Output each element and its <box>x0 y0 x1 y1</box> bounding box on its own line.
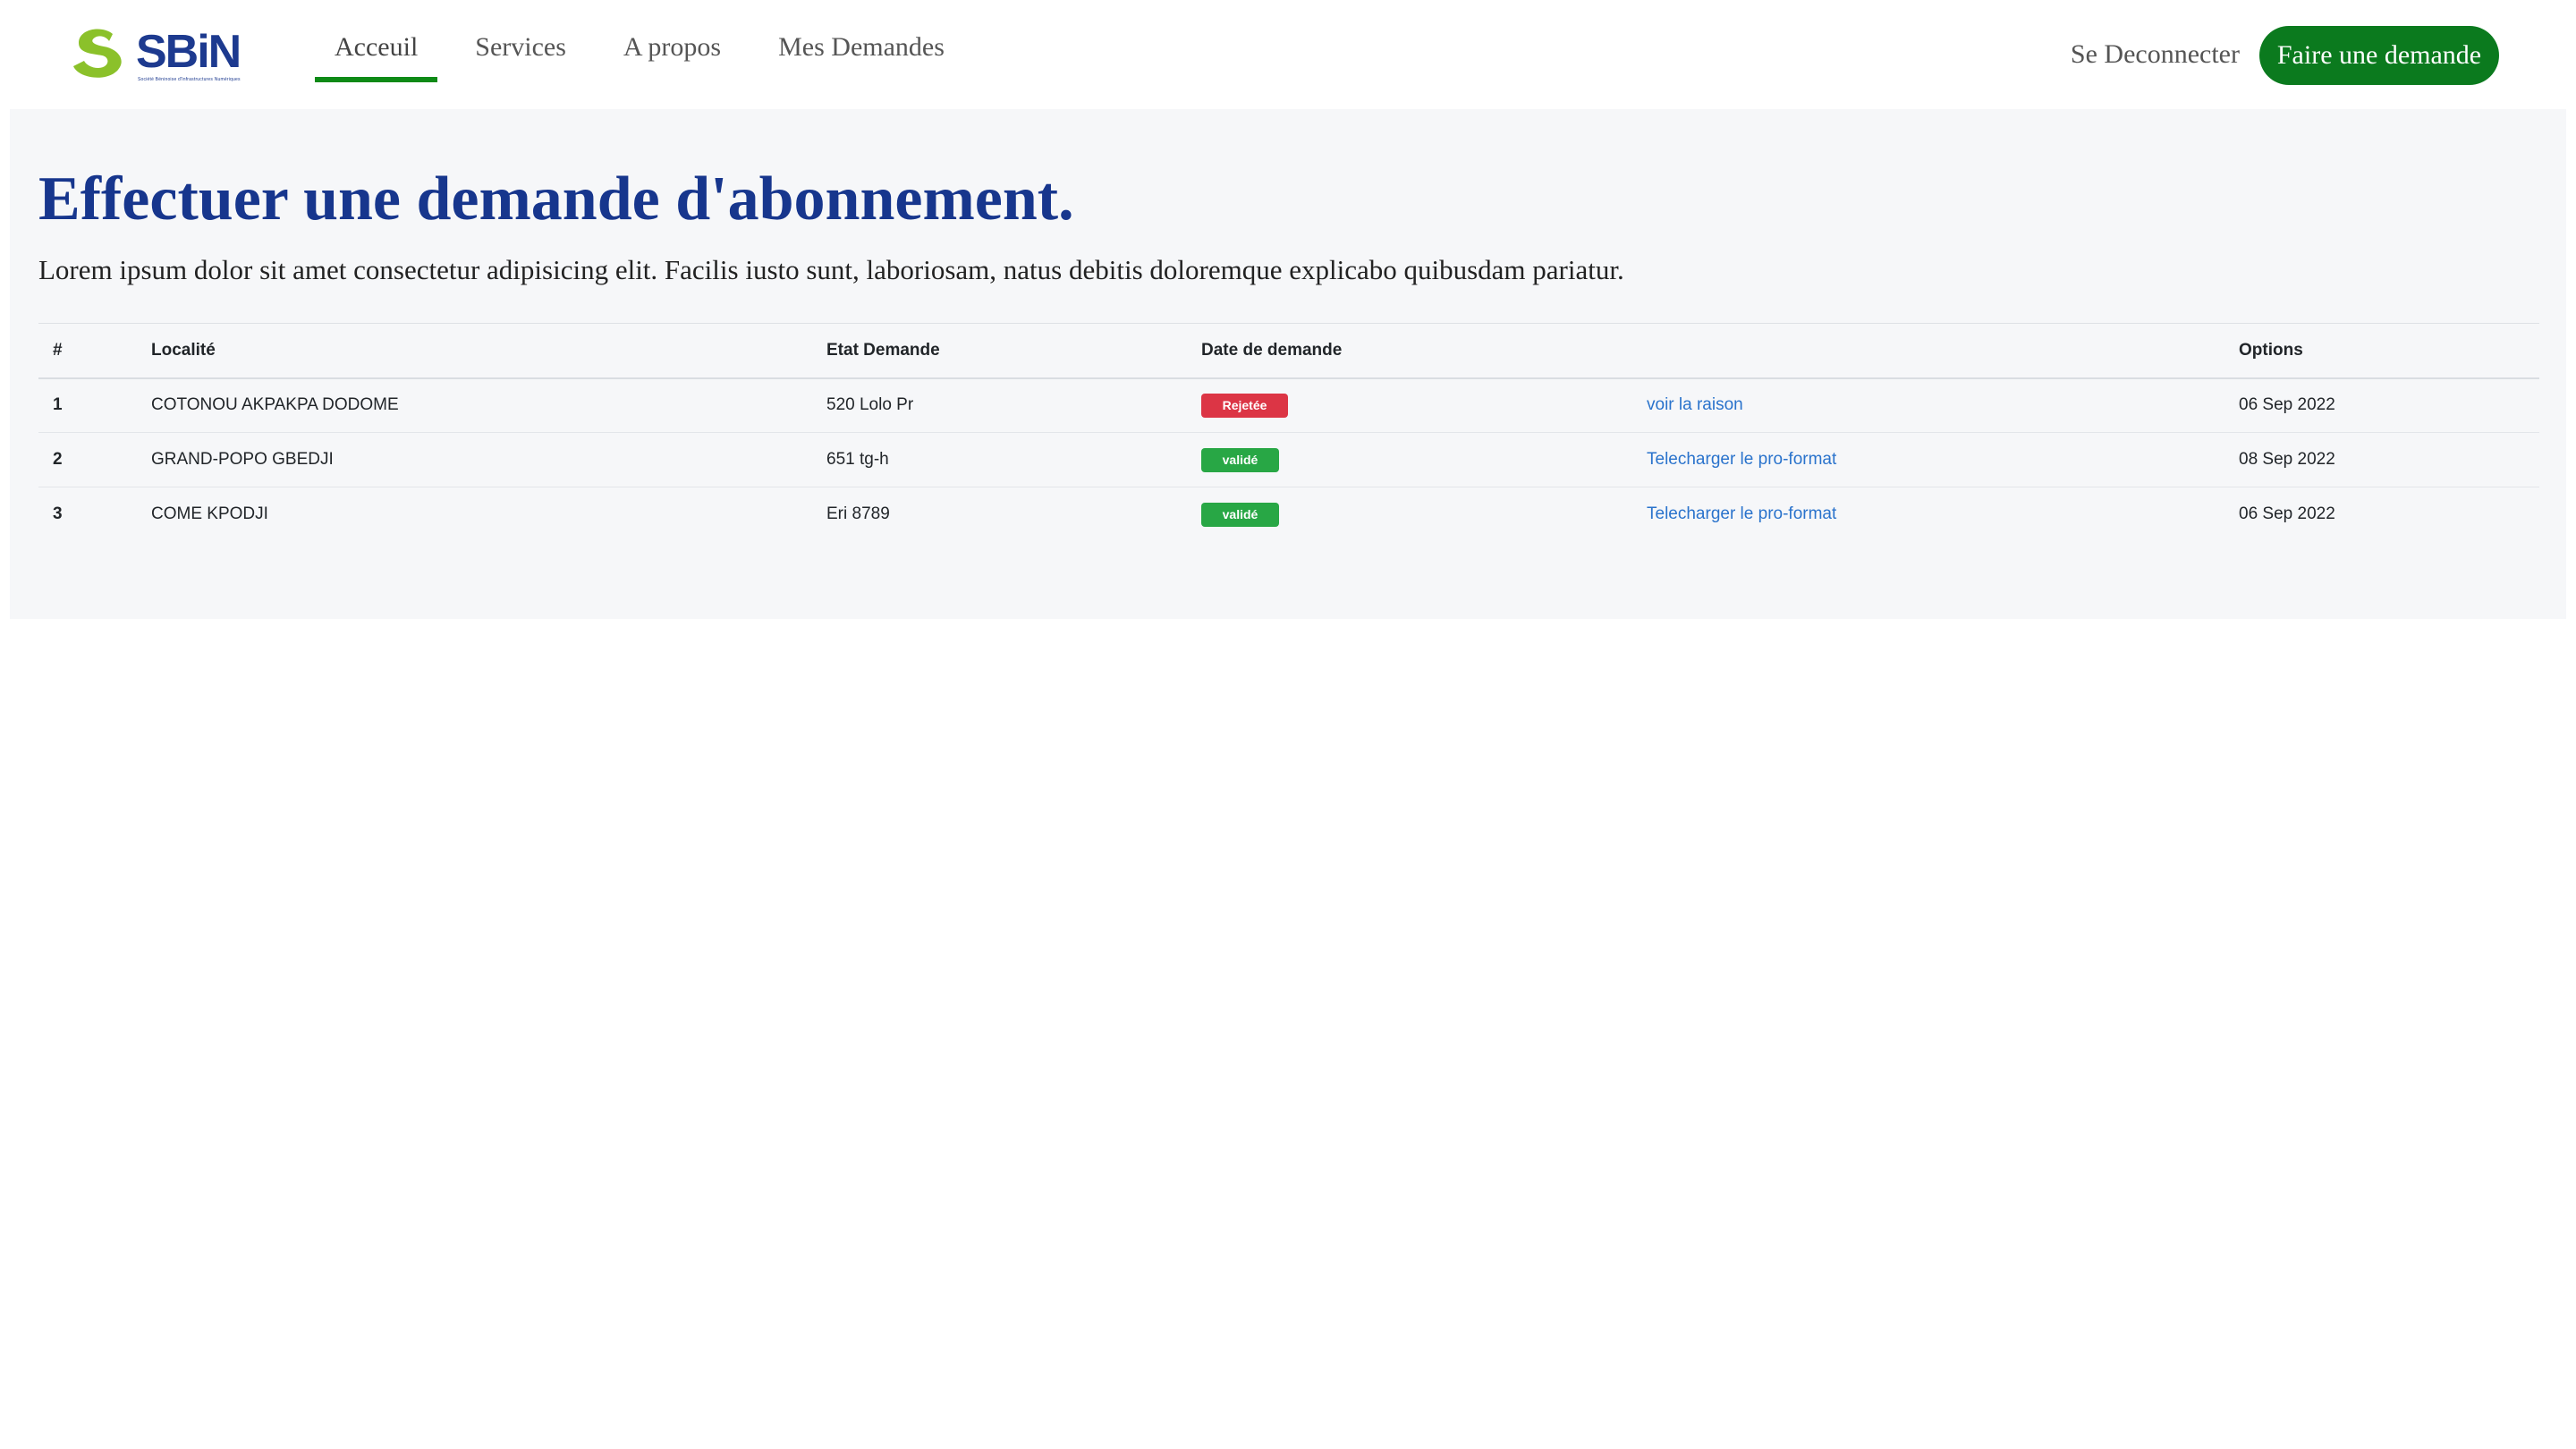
brand-logo[interactable]: SBiN Société Béninoise d'Infrastructures… <box>66 23 254 86</box>
row-action-cell: Telecharger le pro-format <box>1632 433 2224 487</box>
requests-table-wrapper: # Localité Etat Demande Date de demande … <box>38 323 2539 542</box>
row-status-cell: validé <box>1187 433 1632 487</box>
header-etat-demande: Etat Demande <box>826 340 940 360</box>
row-etat: 651 tg-h <box>826 450 889 469</box>
page-title: Effectuer une demande d'abonnement. <box>38 165 1074 233</box>
navbar: SBiN Société Béninoise d'Infrastructures… <box>0 0 2576 109</box>
brand-name: SBiN <box>136 26 242 78</box>
row-localite: COME KPODJI <box>151 504 268 524</box>
status-badge: validé <box>1201 502 1279 527</box>
row-number: 3 <box>53 504 63 524</box>
row-number: 2 <box>53 450 63 469</box>
main-nav: Acceuil Services A propos Mes Demandes <box>315 0 982 89</box>
faire-une-demande-button[interactable]: Faire une demande <box>2259 26 2499 85</box>
header-options: Options <box>2239 340 2303 360</box>
status-badge: validé <box>1201 447 1279 472</box>
nav-link-mes-demandes[interactable]: Mes Demandes <box>758 0 964 84</box>
requests-table: # Localité Etat Demande Date de demande … <box>38 323 2539 542</box>
row-etat: Eri 8789 <box>826 504 890 524</box>
status-badge: Rejetée <box>1201 393 1288 418</box>
nav-link-services[interactable]: Services <box>455 0 586 84</box>
table-row: 3 COME KPODJI Eri 8789 validé Telecharge… <box>38 487 2539 542</box>
row-action-cell: Telecharger le pro-format <box>1632 487 2224 542</box>
page-subtitle: Lorem ipsum dolor sit amet consectetur a… <box>38 254 1624 285</box>
brand-tagline: Société Béninoise d'Infrastructures Numé… <box>138 77 241 82</box>
row-date: 06 Sep 2022 <box>2239 504 2335 524</box>
voir-la-raison-link[interactable]: voir la raison <box>1647 395 1743 414</box>
table-header-row: # Localité Etat Demande Date de demande … <box>38 323 2539 378</box>
header-action <box>1632 324 2224 378</box>
table-row: 2 GRAND-POPO GBEDJI 651 tg-h validé Tele… <box>38 433 2539 487</box>
row-status-cell: Rejetée <box>1187 378 1632 433</box>
row-status-cell: validé <box>1187 487 1632 542</box>
table-row: 1 COTONOU AKPAKPA DODOME 520 Lolo Pr Rej… <box>38 378 2539 433</box>
row-localite: COTONOU AKPAKPA DODOME <box>151 395 399 415</box>
nav-link-a-propos[interactable]: A propos <box>604 0 741 84</box>
row-number: 1 <box>53 395 63 415</box>
row-etat: 520 Lolo Pr <box>826 395 914 415</box>
row-action-cell: voir la raison <box>1632 378 2224 433</box>
telecharger-pro-format-link[interactable]: Telecharger le pro-format <box>1647 504 1836 523</box>
row-date: 06 Sep 2022 <box>2239 395 2335 415</box>
main-panel: Effectuer une demande d'abonnement. Lore… <box>10 109 2566 619</box>
logout-link[interactable]: Se Deconnecter <box>2071 39 2240 70</box>
telecharger-pro-format-link[interactable]: Telecharger le pro-format <box>1647 450 1836 469</box>
row-localite: GRAND-POPO GBEDJI <box>151 450 334 469</box>
header-localite: Localité <box>151 340 216 360</box>
row-date: 08 Sep 2022 <box>2239 450 2335 469</box>
header-number: # <box>53 340 63 360</box>
logo-swoosh-icon <box>73 29 122 78</box>
nav-link-acceuil[interactable]: Acceuil <box>315 0 438 84</box>
header-date-de-demande: Date de demande <box>1201 340 1343 360</box>
